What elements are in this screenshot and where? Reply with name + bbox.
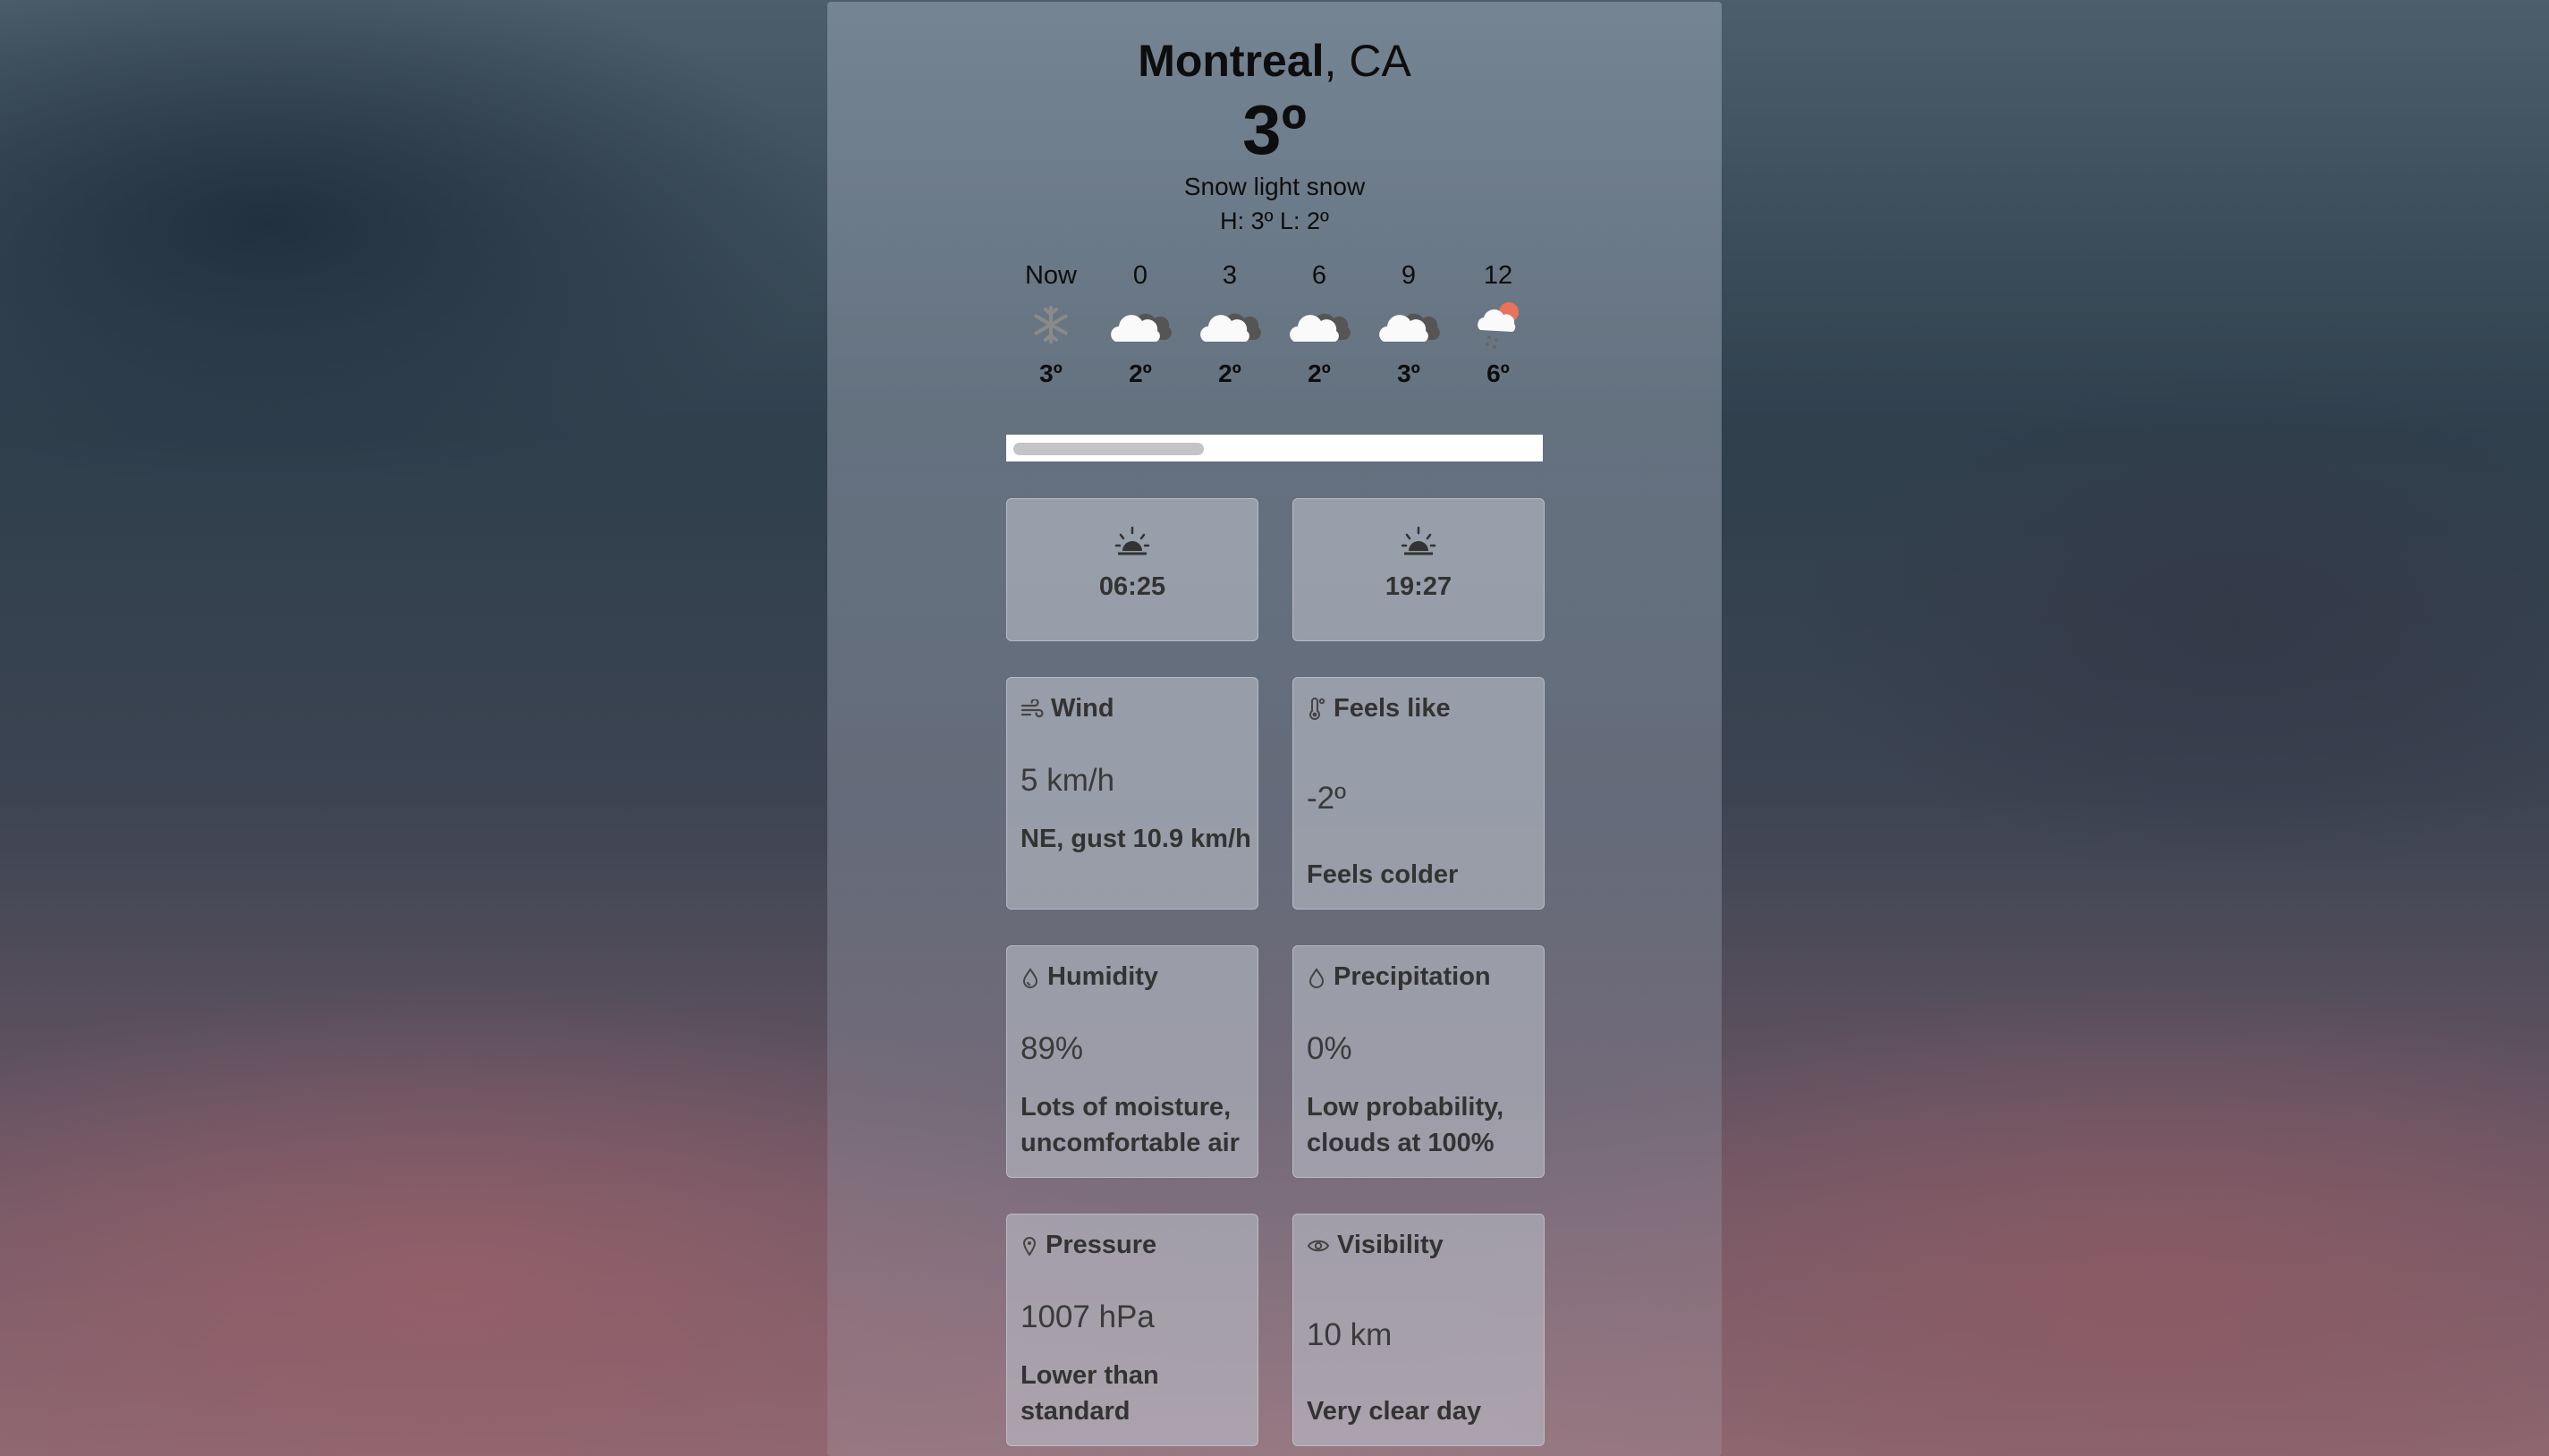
feels-like-note: Feels colder: [1307, 860, 1459, 889]
snowflake-icon: [1006, 293, 1096, 356]
humidity-title-text: Humidity: [1047, 962, 1159, 991]
sunrise-time: 06:25: [1098, 572, 1166, 601]
location-title: Montreal, CA: [827, 34, 1722, 88]
hourly-item: 9 3º: [1364, 258, 1453, 392]
hourly-item: 12 6º: [1453, 258, 1543, 392]
scrollbar-thumb[interactable]: [1013, 443, 1204, 455]
precipitation-title-text: Precipitation: [1334, 962, 1491, 991]
pressure-title: Pressure: [1020, 1231, 1156, 1260]
cloud-icon: [1096, 293, 1185, 356]
visibility-note: Very clear day: [1307, 1397, 1482, 1426]
sunset-icon: [1293, 526, 1544, 562]
visibility-title: Visibility: [1307, 1231, 1444, 1260]
precipitation-card: Precipitation 0% Low probability, clouds…: [1292, 945, 1545, 1178]
pressure-card: Pressure 1007 hPa Lower than standard: [1006, 1214, 1258, 1446]
humidity-icon: [1022, 967, 1038, 988]
sunrise-card: 06:25: [1006, 498, 1258, 641]
pressure-value: 1007 hPa: [1020, 1299, 1155, 1334]
hour-label: 9: [1401, 261, 1417, 290]
sunset-card: 19:27: [1292, 498, 1545, 641]
feels-like-title-text: Feels like: [1334, 694, 1451, 723]
sunset-time: 19:27: [1385, 572, 1452, 601]
feels-like-value: -2º: [1307, 781, 1346, 816]
thermometer-icon: [1309, 697, 1325, 720]
sun-cloud-snow-icon: [1453, 293, 1543, 356]
hour-temp: 2º: [1308, 360, 1331, 387]
visibility-card: Visibility 10 km Very clear day: [1292, 1214, 1545, 1446]
feels-like-title: Feels like: [1307, 694, 1451, 724]
humidity-card: Humidity 89% Lots of moisture, uncomfort…: [1006, 945, 1258, 1178]
hourly-item: 3 2º: [1185, 258, 1274, 392]
hour-label: Now: [1024, 261, 1077, 290]
wind-card: Wind 5 km/h NE, gust 10.9 km/h: [1006, 677, 1258, 910]
hour-temp: 6º: [1486, 360, 1510, 387]
cloud-icon: [1185, 293, 1274, 356]
droplet-icon: [1308, 967, 1325, 988]
precipitation-value: 0%: [1307, 1031, 1352, 1066]
city-name: Montreal: [1138, 36, 1325, 86]
high-low: H: 3º L: 2º: [1220, 207, 1329, 234]
pressure-title-text: Pressure: [1046, 1231, 1157, 1259]
hour-temp: 3º: [1039, 360, 1063, 387]
humidity-value: 89%: [1020, 1031, 1084, 1066]
wind-title-text: Wind: [1051, 694, 1114, 723]
wind-note: NE, gust 10.9 km/h: [1020, 825, 1251, 853]
wind-title: Wind: [1020, 694, 1114, 724]
cloud-icon: [1274, 293, 1364, 356]
hour-label: 0: [1132, 261, 1148, 290]
visibility-value: 10 km: [1307, 1317, 1393, 1352]
hour-temp: 2º: [1218, 360, 1241, 387]
hourly-scrollbar[interactable]: [1006, 435, 1543, 461]
hour-label: 3: [1222, 261, 1238, 290]
cloud-icon: [1364, 293, 1453, 356]
visibility-title-text: Visibility: [1337, 1231, 1444, 1259]
feels-like-card: Feels like -2º Feels colder: [1292, 677, 1545, 910]
wind-icon: [1020, 698, 1044, 717]
country-code: , CA: [1324, 36, 1411, 86]
humidity-note: Lots of moisture, uncomfortable air: [1020, 1093, 1240, 1157]
hour-label: 6: [1311, 261, 1327, 290]
pressure-note: Lower than standard: [1020, 1361, 1159, 1426]
weather-description: Snow light snow: [1183, 173, 1366, 200]
precipitation-title: Precipitation: [1307, 962, 1491, 992]
hour-label: 12: [1483, 261, 1513, 290]
hour-temp: 2º: [1129, 360, 1152, 387]
hourly-item: 6 2º: [1274, 258, 1364, 392]
precipitation-note: Low probability, clouds at 100%: [1307, 1093, 1504, 1157]
hour-temp: 3º: [1397, 360, 1420, 387]
eye-icon: [1307, 1240, 1330, 1251]
sunrise-icon: [1007, 526, 1258, 562]
pressure-icon: [1022, 1236, 1037, 1257]
weather-header: Montreal, CA 3º Snow light snow H: 3º L:…: [827, 34, 1722, 236]
humidity-title: Humidity: [1020, 962, 1158, 992]
hourly-item: Now 3º: [1006, 258, 1096, 392]
wind-value: 5 km/h: [1020, 763, 1115, 798]
hourly-item: 0 2º: [1096, 258, 1185, 392]
current-temperature: 3º: [1242, 90, 1307, 169]
